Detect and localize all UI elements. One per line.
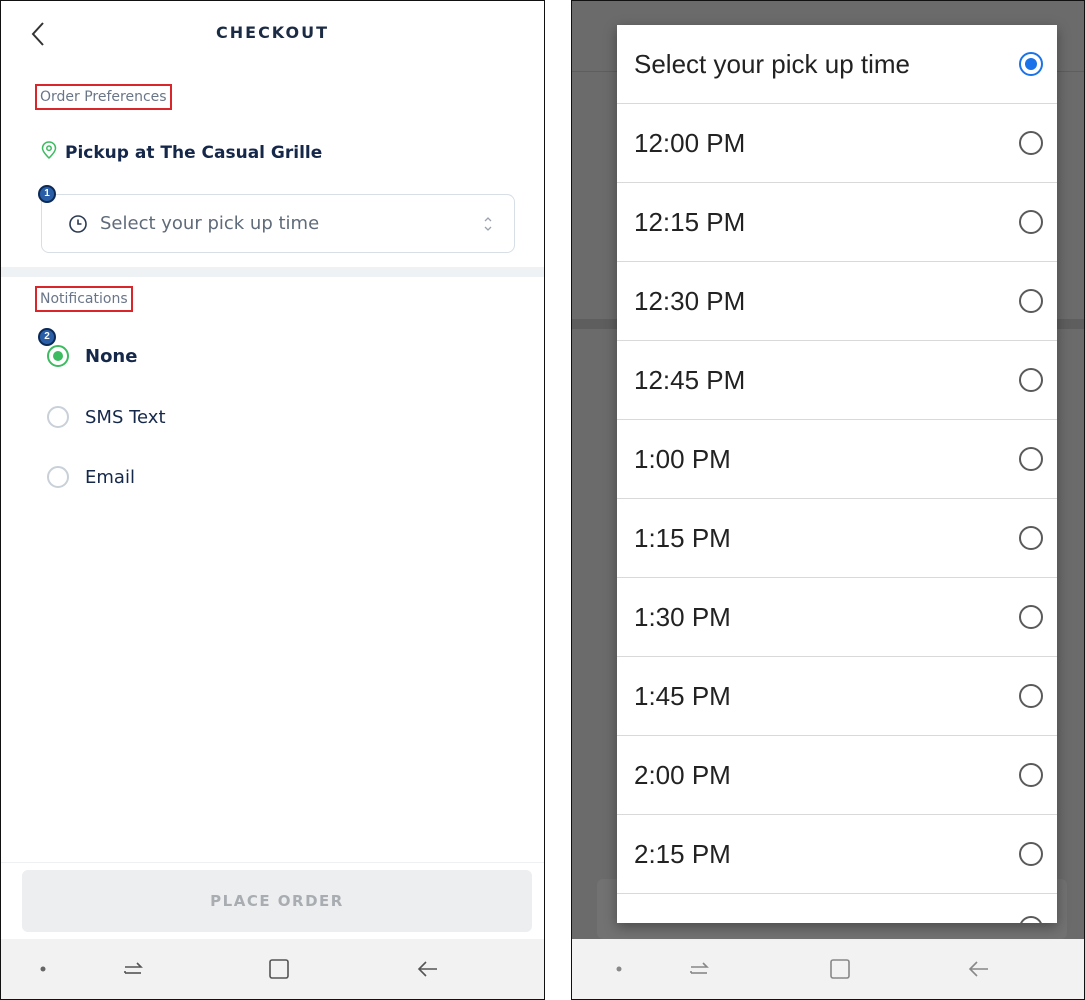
section-divider (1, 267, 544, 277)
time-option-label: 1:45 PM (634, 680, 731, 711)
annotation-badge-2: 2 (38, 328, 56, 346)
time-option-label: 12:45 PM (634, 364, 746, 395)
dialog-option[interactable]: 1:00 PM (617, 420, 1057, 499)
time-option-label: 2:15 PM (634, 838, 731, 869)
time-option-label: 12:30 PM (634, 285, 746, 316)
dialog-option[interactable]: 12:45 PM (617, 341, 1057, 420)
place-order-button[interactable]: PLACE ORDER (22, 870, 532, 932)
radio-unchecked-icon (1019, 131, 1043, 155)
time-option-label: 12:15 PM (634, 206, 746, 237)
dialog-option[interactable]: 12:00 PM (617, 104, 1057, 183)
dialog-option[interactable]: 1:15 PM (617, 499, 1057, 578)
dialog-option[interactable]: 1:30 PM (617, 578, 1057, 657)
radio-unchecked-icon (1019, 763, 1043, 787)
radio-unchecked-icon (1019, 447, 1043, 471)
location-pin-icon (41, 141, 57, 164)
system-nav-bar (1, 939, 544, 999)
time-option-label: 1:30 PM (634, 601, 731, 632)
recent-apps-icon[interactable] (674, 939, 724, 999)
recent-apps-icon[interactable] (108, 939, 158, 999)
notifications-label: Notifications (35, 286, 133, 312)
time-option-label: 1:00 PM (634, 443, 731, 474)
dialog-option[interactable]: 1:45 PM (617, 657, 1057, 736)
footer-divider (1, 862, 544, 863)
radio-unchecked-icon (1019, 210, 1043, 234)
pickup-time-dialog: Select your pick up time 12:00 PM 12:15 … (617, 25, 1057, 923)
dialog-option[interactable]: 2:00 PM (617, 736, 1057, 815)
checkout-screen: CHECKOUT Order Preferences Pickup at The… (0, 0, 545, 1000)
notification-option-none[interactable]: None (47, 345, 137, 367)
radio-unchecked-icon (1019, 526, 1043, 550)
pickup-time-placeholder: Select your pick up time (100, 213, 320, 234)
page-title: CHECKOUT (216, 23, 329, 42)
pickup-location: Pickup at The Casual Grille (41, 141, 322, 164)
back-nav-icon[interactable] (403, 939, 453, 999)
radio-unchecked-icon (1019, 289, 1043, 313)
order-preferences-label: Order Preferences (35, 84, 172, 110)
radio-checked-icon (1019, 52, 1043, 76)
pickup-time-select[interactable]: Select your pick up time (41, 194, 515, 253)
radio-label: None (85, 345, 138, 367)
clock-icon (68, 214, 88, 234)
dialog-option[interactable]: 12:30 PM (617, 262, 1057, 341)
time-option-label: 12:00 PM (634, 127, 746, 158)
radio-label: SMS Text (85, 406, 166, 428)
nav-dot-icon[interactable] (594, 939, 644, 999)
dialog-option[interactable]: 2:15 PM (617, 815, 1057, 894)
time-option-label: 1:15 PM (634, 522, 731, 553)
nav-dot-icon[interactable] (18, 939, 68, 999)
home-icon[interactable] (254, 939, 304, 999)
dialog-option-partial[interactable] (617, 894, 1057, 923)
radio-unchecked-icon (1019, 684, 1043, 708)
header: CHECKOUT (1, 1, 544, 65)
chevron-up-down-icon (482, 213, 494, 235)
radio-unchecked-icon (47, 406, 69, 428)
notification-option-email[interactable]: Email (47, 466, 135, 488)
radio-label: Email (85, 466, 135, 488)
radio-checked-icon (47, 345, 69, 367)
pickup-location-text: Pickup at The Casual Grille (65, 142, 323, 163)
dialog-title: Select your pick up time (634, 48, 911, 79)
radio-unchecked-icon (1019, 605, 1043, 629)
notification-option-sms[interactable]: SMS Text (47, 406, 166, 428)
system-nav-bar (572, 939, 1084, 999)
radio-unchecked-icon (1019, 842, 1043, 866)
dialog-option[interactable]: 12:15 PM (617, 183, 1057, 262)
time-picker-screen: Select your pick up time 12:00 PM 12:15 … (571, 0, 1085, 1000)
radio-unchecked-icon (1019, 916, 1043, 923)
time-option-label: 2:00 PM (634, 759, 731, 790)
home-icon[interactable] (815, 939, 865, 999)
radio-unchecked-icon (1019, 368, 1043, 392)
radio-unchecked-icon (47, 466, 69, 488)
annotation-badge-1: 1 (38, 185, 56, 203)
dialog-option-placeholder[interactable]: Select your pick up time (617, 25, 1057, 104)
back-nav-icon[interactable] (954, 939, 1004, 999)
